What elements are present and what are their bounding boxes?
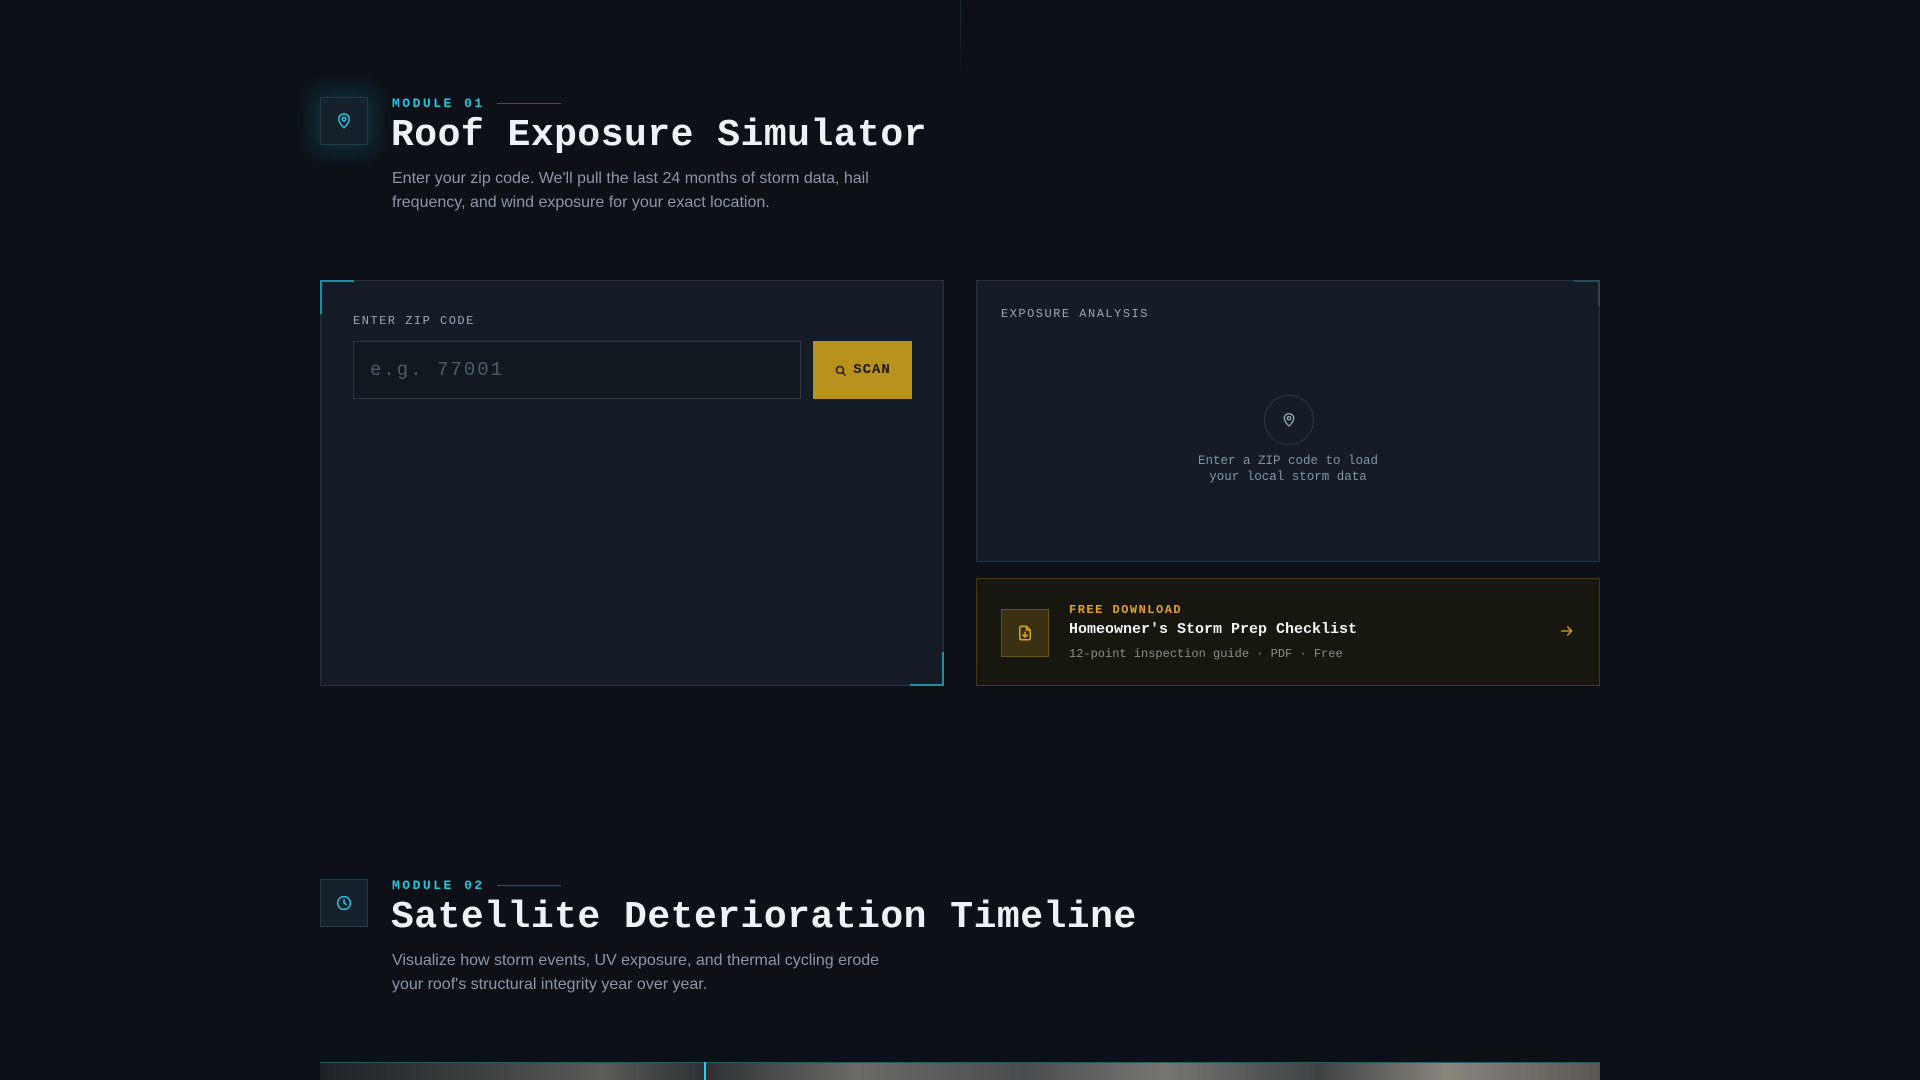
zip-code-label: ENTER ZIP CODE (353, 314, 475, 328)
satellite-image-strip (320, 1062, 1600, 1080)
module-02-description: Visualize how storm events, UV exposure,… (392, 952, 880, 993)
corner-accent (1574, 280, 1600, 306)
center-divider-line (960, 0, 961, 85)
empty-state-line-1: Enter a ZIP code to load (1197, 454, 1379, 468)
map-pin-icon (320, 97, 368, 145)
scan-button[interactable]: SCAN (813, 341, 912, 399)
page: MODULE 01 Roof Exposure Simulator Enter … (0, 0, 1920, 1080)
module-01-title: Roof Exposure Simulator (391, 114, 927, 157)
map-pin-icon (1264, 395, 1314, 445)
free-download-label: FREE DOWNLOAD (1069, 603, 1183, 617)
corner-accent (910, 652, 944, 686)
module-01-description: Enter your zip code. We'll pull the last… (392, 170, 869, 211)
timeline-marker[interactable] (704, 1062, 706, 1080)
exposure-analysis-label: EXPOSURE ANALYSIS (1001, 307, 1149, 321)
module-01-label: MODULE 01 (392, 96, 485, 111)
zip-code-input[interactable] (353, 341, 801, 399)
module-02-eyebrow: MODULE 02 (392, 878, 561, 893)
corner-accent (320, 280, 354, 314)
module-01-eyebrow: MODULE 01 (392, 96, 561, 111)
scan-button-label: SCAN (853, 362, 891, 378)
empty-state-line-2: your local storm data (1209, 470, 1367, 484)
search-icon (835, 365, 846, 376)
arrow-right-icon (1559, 623, 1575, 644)
zip-code-panel: ENTER ZIP CODE SCAN (320, 280, 944, 686)
clock-icon (320, 879, 368, 927)
download-subtitle: 12-point inspection guide · PDF · Free (1069, 647, 1343, 661)
module-02-label: MODULE 02 (392, 878, 485, 893)
empty-state-message: Enter a ZIP code to load your local stor… (1138, 453, 1438, 485)
file-download-icon (1001, 609, 1049, 657)
exposure-analysis-panel: EXPOSURE ANALYSIS Enter a ZIP code to lo… (976, 280, 1600, 562)
module-02-title: Satellite Deterioration Timeline (391, 896, 1137, 939)
download-title: Homeowner's Storm Prep Checklist (1069, 621, 1358, 638)
free-download-card[interactable]: FREE DOWNLOAD Homeowner's Storm Prep Che… (976, 578, 1600, 686)
